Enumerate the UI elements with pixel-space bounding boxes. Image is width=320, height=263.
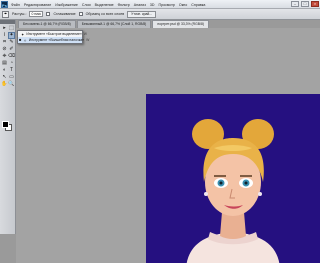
path-selection-tool-icon[interactable]: ↖ <box>1 74 8 81</box>
tool-grid: ▸ ⬚ ⌇ ✦ ⌗ ✎ ⊘ ✐ ⎈ ⌫ ▤ ◔ ◐ T ↖ ▭ ✋ 🔍 <box>0 24 15 89</box>
dodge-tool-icon[interactable]: ◐ <box>1 67 8 74</box>
menu-image[interactable]: Изображение <box>55 3 78 7</box>
eraser-tool-icon[interactable]: ⌫ <box>8 53 15 60</box>
flyout-bullet: ■ <box>19 37 22 42</box>
all-layers-label: Образец со всех слоев <box>85 12 125 16</box>
lasso-tool-icon[interactable]: ⌇ <box>1 32 8 39</box>
minimize-button[interactable]: – <box>291 1 299 7</box>
document-tab[interactable]: Без имени-1 @ 66,7% (RGB/8) <box>18 20 76 28</box>
flyout-item-magic-wand[interactable]: ■ ✧ Инструмент «Волшебная палочка» W <box>18 37 89 43</box>
flyout-item-label: Инструмент «Быстрое выделение» <box>26 32 82 36</box>
quick-selection-icon: ✦ <box>21 31 25 37</box>
document-tab[interactable]: Безымянный-1 @ 66,7% (Слой 1, RGB/8) <box>76 20 152 28</box>
zoom-tool-icon[interactable]: 🔍 <box>8 81 15 88</box>
move-tool-icon[interactable]: ▸ <box>1 25 8 32</box>
menu-filter[interactable]: Фильтр <box>118 3 130 7</box>
gradient-tool-icon[interactable]: ▤ <box>1 60 8 67</box>
healing-brush-tool-icon[interactable]: ⊘ <box>1 46 8 53</box>
antialias-checkbox[interactable] <box>46 12 51 16</box>
all-layers-checkbox[interactable] <box>78 12 83 16</box>
shape-tool-icon[interactable]: ▭ <box>8 74 15 81</box>
maximize-button[interactable]: □ <box>301 1 309 7</box>
flyout-item-shortcut: W <box>86 38 90 42</box>
window-controls: – □ × <box>291 1 319 7</box>
brush-tool-icon[interactable]: ✐ <box>8 46 15 53</box>
magic-wand-tool-icon[interactable]: ✦ <box>8 32 15 39</box>
menu-layers[interactable]: Слои <box>82 3 91 7</box>
menu-analysis[interactable]: Анализ <box>134 3 146 7</box>
document-canvas[interactable] <box>146 94 320 263</box>
crop-tool-icon[interactable]: ⌗ <box>1 39 8 46</box>
options-bar: ⌖ Растуш.: 0 пикс Сглаживание Образец со… <box>0 9 320 20</box>
menu-select[interactable]: Выделение <box>95 3 114 7</box>
menu-window[interactable]: Окно <box>179 3 187 7</box>
document-tabs: Без имени-1 @ 66,7% (RGB/8) Безымянный-1… <box>18 20 209 28</box>
eyedropper-tool-icon[interactable]: ✎ <box>8 39 15 46</box>
clone-stamp-tool-icon[interactable]: ⎈ <box>1 53 8 60</box>
tools-panel: ▸ ⬚ ⌇ ✦ ⌗ ✎ ⊘ ✐ ⎈ ⌫ ▤ ◔ ◐ T ↖ ▭ ✋ 🔍 <box>0 20 16 234</box>
canvas-area[interactable] <box>16 28 320 263</box>
portrait-illustration <box>146 94 320 263</box>
refine-edge-button[interactable]: Уточн. край... <box>127 10 157 18</box>
title-bar: Ps Файл Редактирование Изображение Слои … <box>0 0 320 9</box>
marquee-tool-icon[interactable]: ⬚ <box>8 25 15 32</box>
menu-edit[interactable]: Редактирование <box>24 3 51 7</box>
flyout-item-shortcut: W <box>83 32 87 36</box>
blur-tool-icon[interactable]: ◔ <box>8 60 15 67</box>
flyout-item-label: Инструмент «Волшебная палочка» <box>28 38 85 42</box>
type-tool-icon[interactable]: T <box>8 67 15 74</box>
menu-bar: Файл Редактирование Изображение Слои Выд… <box>11 1 205 8</box>
tool-preset-icon[interactable]: ⌖ <box>2 10 9 18</box>
foreground-color-swatch[interactable] <box>2 121 9 128</box>
close-button[interactable]: × <box>311 1 319 7</box>
menu-view[interactable]: Просмотр <box>159 3 175 7</box>
document-tab-active[interactable]: портрет.psd @ 33,3% (RGB/8) <box>152 20 209 28</box>
photoshop-logo-icon: Ps <box>1 1 8 8</box>
menu-file[interactable]: Файл <box>11 3 20 7</box>
antialias-label: Сглаживание <box>53 12 76 16</box>
menu-3d[interactable]: 3D <box>150 3 155 7</box>
menu-help[interactable]: Справка <box>191 3 205 7</box>
feather-input[interactable]: 0 пикс <box>29 11 44 17</box>
tool-flyout-menu: ✦ Инструмент «Быстрое выделение» W ■ ✧ И… <box>17 30 89 44</box>
feather-label: Растуш.: <box>12 12 27 16</box>
magic-wand-icon: ✧ <box>23 37 27 43</box>
hand-tool-icon[interactable]: ✋ <box>1 81 8 88</box>
